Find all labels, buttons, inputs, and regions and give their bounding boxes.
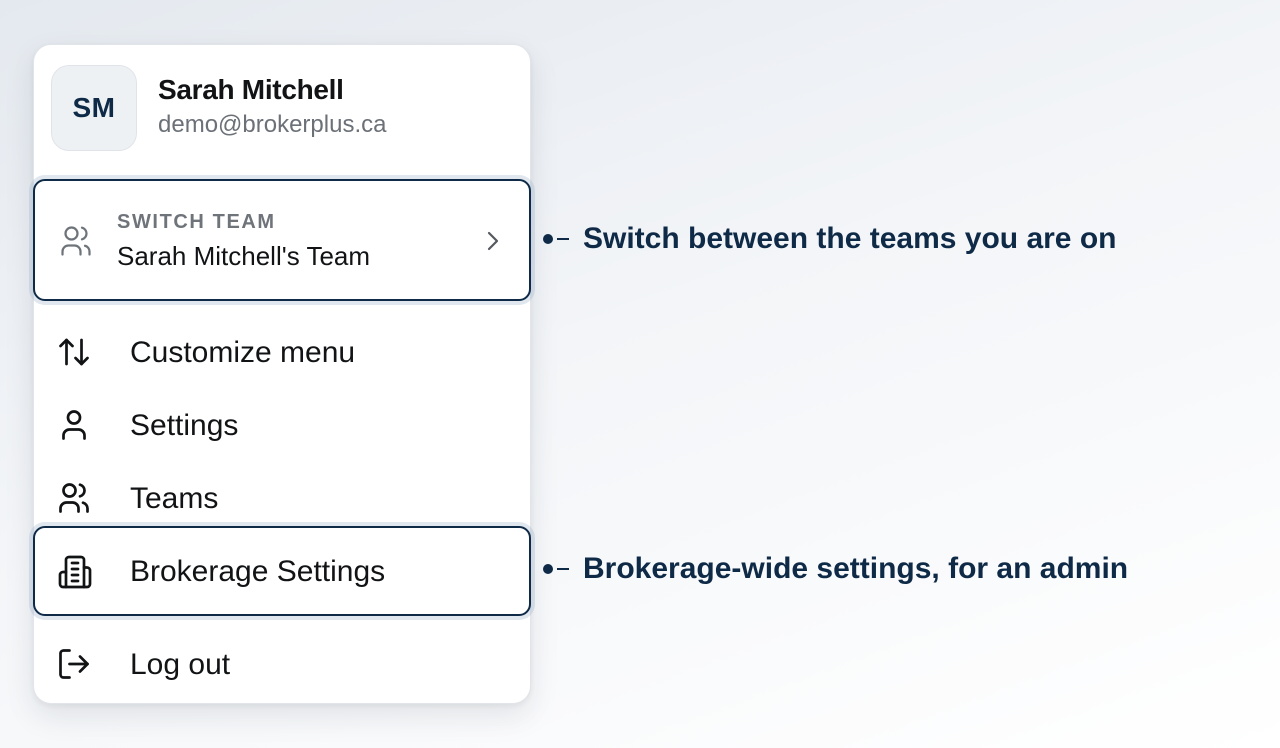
building-icon: [57, 554, 93, 590]
users-icon: [57, 223, 95, 259]
chevron-right-icon: [483, 227, 503, 255]
callout-text: Brokerage-wide settings, for an admin: [583, 552, 1129, 585]
account-menu: SM Sarah Mitchell demo@brokerplus.ca SWI…: [33, 44, 531, 704]
switch-team-button[interactable]: SWITCH TEAM Sarah Mitchell's Team: [33, 179, 531, 301]
callout-switch-team: Switch between the teams you are on: [540, 222, 1116, 256]
callout-connector: [557, 568, 569, 570]
user-name: Sarah Mitchell: [158, 74, 344, 105]
callout-dot: [543, 234, 553, 244]
callout-text: Switch between the teams you are on: [583, 222, 1117, 255]
callout-dot: [543, 564, 553, 574]
menu-item-label: Brokerage Settings: [130, 555, 386, 588]
current-team-name: Sarah Mitchell's Team: [117, 241, 371, 271]
log-out-icon: [56, 646, 92, 682]
callout-connector: [557, 238, 569, 240]
menu-item-label: Log out: [130, 648, 231, 681]
avatar: SM: [51, 65, 137, 151]
switch-team-label: SWITCH TEAM: [117, 211, 276, 233]
menu-item-settings[interactable]: Settings: [34, 395, 530, 455]
user-email: demo@brokerplus.ca: [158, 111, 387, 138]
arrows-up-down-icon: [56, 334, 92, 370]
callout-brokerage-settings: Brokerage-wide settings, for an admin: [540, 552, 1128, 586]
menu-item-brokerage-settings[interactable]: Brokerage Settings: [33, 526, 531, 616]
users-icon: [56, 480, 92, 516]
menu-item-label: Customize menu: [130, 336, 356, 369]
menu-item-teams[interactable]: Teams: [34, 468, 530, 528]
menu-item-customize-menu[interactable]: Customize menu: [34, 322, 530, 382]
menu-item-label: Settings: [130, 409, 239, 442]
menu-item-label: Teams: [130, 482, 219, 515]
menu-item-log-out[interactable]: Log out: [34, 634, 530, 694]
user-icon: [56, 407, 92, 443]
